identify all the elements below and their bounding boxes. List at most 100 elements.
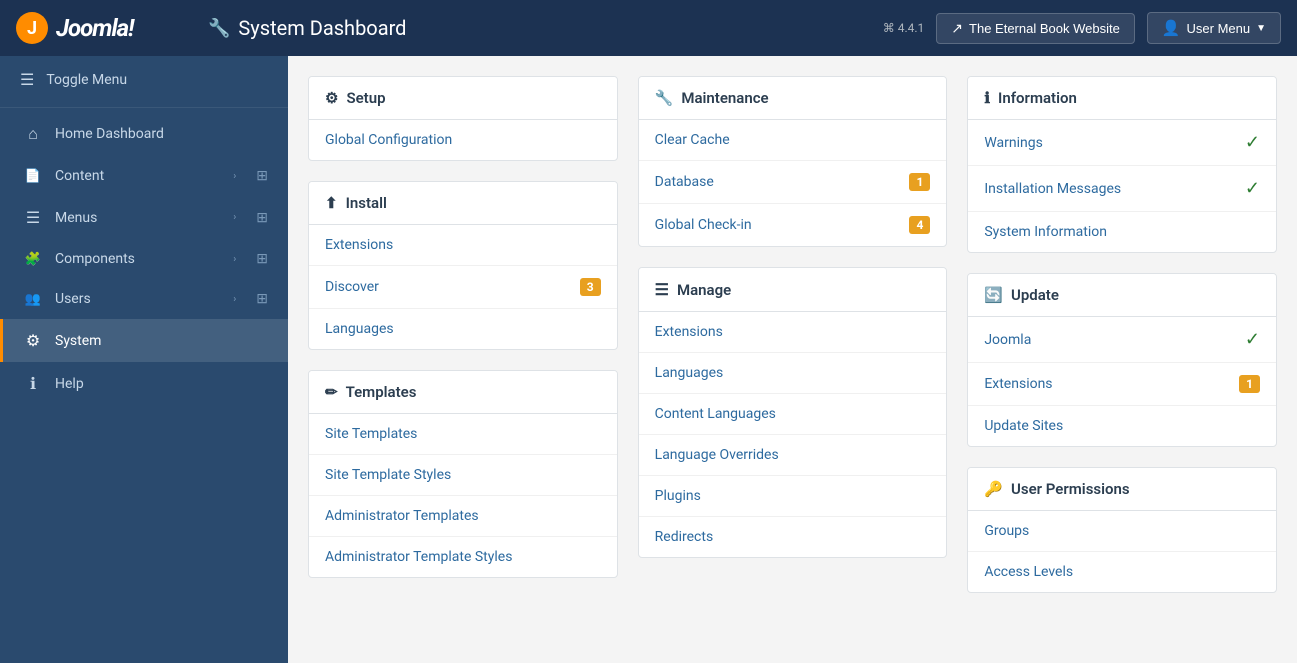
- user-icon: 👤: [1162, 19, 1181, 37]
- admin-template-styles-link[interactable]: Administrator Template Styles: [325, 549, 512, 565]
- install-icon: ⬆: [325, 194, 338, 212]
- global-checkin-item[interactable]: Global Check-in 4: [639, 204, 947, 246]
- chevron-right-icon: ›: [233, 294, 236, 305]
- components-icon: 🧩: [23, 252, 43, 267]
- install-header: ⬆ Install: [309, 182, 617, 225]
- sidebar-item-components[interactable]: 🧩 Components › ⊞: [0, 239, 288, 279]
- warnings-item[interactable]: Warnings ✓: [968, 120, 1276, 166]
- extensions-manage-link[interactable]: Extensions: [655, 324, 723, 340]
- grid-icon: ⊞: [256, 251, 268, 267]
- languages-manage-link[interactable]: Languages: [655, 365, 724, 381]
- maintenance-icon: 🔧: [655, 89, 674, 107]
- site-template-styles-link[interactable]: Site Template Styles: [325, 467, 451, 483]
- wrench-icon: 🔧: [208, 18, 230, 39]
- information-icon: ℹ: [984, 89, 990, 107]
- sidebar-item-label: Content: [55, 168, 221, 184]
- installation-messages-item[interactable]: Installation Messages ✓: [968, 166, 1276, 212]
- site-link-button[interactable]: ↗ The Eternal Book Website: [936, 13, 1135, 44]
- global-configuration-link[interactable]: Global Configuration: [325, 132, 452, 148]
- clear-cache-link[interactable]: Clear Cache: [655, 132, 730, 148]
- access-levels-link[interactable]: Access Levels: [984, 564, 1073, 580]
- site-templates-item[interactable]: Site Templates: [309, 414, 617, 455]
- system-information-link[interactable]: System Information: [984, 224, 1107, 240]
- system-information-item[interactable]: System Information: [968, 212, 1276, 252]
- sidebar-item-label: System: [55, 333, 268, 349]
- update-sites-item[interactable]: Update Sites: [968, 406, 1276, 446]
- external-link-icon: ↗: [951, 20, 963, 37]
- right-column: ℹ Information Warnings ✓ Installation Me…: [967, 76, 1277, 593]
- languages-install-link[interactable]: Languages: [325, 321, 394, 337]
- sidebar: ☰ Toggle Menu ⌂ Home Dashboard 📄 Content…: [0, 56, 288, 663]
- global-configuration-item[interactable]: Global Configuration: [309, 120, 617, 160]
- access-levels-item[interactable]: Access Levels: [968, 552, 1276, 592]
- redirects-item[interactable]: Redirects: [639, 517, 947, 557]
- setup-icon: ⚙: [325, 89, 338, 107]
- discover-badge: 3: [580, 278, 601, 296]
- admin-templates-link[interactable]: Administrator Templates: [325, 508, 479, 524]
- user-permissions-panel: 🔑 User Permissions Groups Access Levels: [967, 467, 1277, 593]
- information-header: ℹ Information: [968, 77, 1276, 120]
- main-layout: ☰ Toggle Menu ⌂ Home Dashboard 📄 Content…: [0, 56, 1297, 663]
- site-templates-link[interactable]: Site Templates: [325, 426, 417, 442]
- database-link[interactable]: Database: [655, 174, 714, 190]
- warnings-link[interactable]: Warnings: [984, 135, 1043, 151]
- languages-install-item[interactable]: Languages: [309, 309, 617, 349]
- content-languages-item[interactable]: Content Languages: [639, 394, 947, 435]
- extensions-install-item[interactable]: Extensions: [309, 225, 617, 266]
- admin-templates-item[interactable]: Administrator Templates: [309, 496, 617, 537]
- discover-item[interactable]: Discover 3: [309, 266, 617, 309]
- discover-link[interactable]: Discover: [325, 279, 379, 295]
- toggle-menu-label: Toggle Menu: [46, 72, 127, 88]
- main-content: ⚙ Setup Global Configuration ⬆ Install E…: [288, 56, 1297, 663]
- database-item[interactable]: Database 1: [639, 161, 947, 204]
- redirects-link[interactable]: Redirects: [655, 529, 714, 545]
- groups-link[interactable]: Groups: [984, 523, 1029, 539]
- installation-messages-link[interactable]: Installation Messages: [984, 181, 1121, 197]
- home-icon: ⌂: [23, 124, 43, 144]
- extensions-install-link[interactable]: Extensions: [325, 237, 393, 253]
- language-overrides-item[interactable]: Language Overrides: [639, 435, 947, 476]
- sidebar-item-toggle-menu[interactable]: ☰ Toggle Menu: [0, 56, 288, 103]
- sidebar-item-home-dashboard[interactable]: ⌂ Home Dashboard: [0, 112, 288, 156]
- installation-messages-check-icon: ✓: [1245, 178, 1260, 199]
- content-languages-link[interactable]: Content Languages: [655, 406, 776, 422]
- site-template-styles-item[interactable]: Site Template Styles: [309, 455, 617, 496]
- setup-panel: ⚙ Setup Global Configuration: [308, 76, 618, 161]
- sidebar-item-users[interactable]: 👥 Users › ⊞: [0, 279, 288, 319]
- plugins-link[interactable]: Plugins: [655, 488, 701, 504]
- extensions-update-link[interactable]: Extensions: [984, 376, 1052, 392]
- manage-header: ☰ Manage: [639, 268, 947, 312]
- sidebar-item-label: Users: [55, 291, 221, 307]
- joomla-update-link[interactable]: Joomla: [984, 332, 1031, 348]
- key-icon: 🔑: [984, 480, 1003, 498]
- users-icon: 👥: [23, 292, 43, 307]
- page-title: 🔧 System Dashboard: [208, 16, 871, 40]
- sidebar-item-menus[interactable]: ☰ Menus › ⊞: [0, 196, 288, 239]
- clear-cache-item[interactable]: Clear Cache: [639, 120, 947, 161]
- update-panel: 🔄 Update Joomla ✓ Extensions 1 Update Si…: [967, 273, 1277, 447]
- sidebar-item-label: Menus: [55, 210, 221, 226]
- joomla-logo[interactable]: J Joomla!: [16, 12, 196, 44]
- version-badge: ⌘ 4.4.1: [883, 21, 925, 35]
- extensions-manage-item[interactable]: Extensions: [639, 312, 947, 353]
- sidebar-item-content[interactable]: 📄 Content › ⊞: [0, 156, 288, 196]
- sidebar-item-label: Home Dashboard: [55, 126, 268, 142]
- sidebar-item-help[interactable]: ℹ Help: [0, 362, 288, 405]
- system-icon: ⚙: [23, 331, 43, 350]
- sidebar-item-label: Help: [55, 376, 268, 392]
- chevron-right-icon: ›: [233, 254, 236, 265]
- plugins-item[interactable]: Plugins: [639, 476, 947, 517]
- global-checkin-link[interactable]: Global Check-in: [655, 217, 752, 233]
- languages-manage-item[interactable]: Languages: [639, 353, 947, 394]
- admin-template-styles-item[interactable]: Administrator Template Styles: [309, 537, 617, 577]
- extensions-update-item[interactable]: Extensions 1: [968, 363, 1276, 406]
- user-menu-button[interactable]: 👤 User Menu ▼: [1147, 12, 1281, 44]
- warnings-check-icon: ✓: [1245, 132, 1260, 153]
- groups-item[interactable]: Groups: [968, 511, 1276, 552]
- sidebar-item-system[interactable]: ⚙ System: [0, 319, 288, 362]
- templates-panel: ✏ Templates Site Templates Site Template…: [308, 370, 618, 578]
- manage-panel: ☰ Manage Extensions Languages Content La…: [638, 267, 948, 558]
- language-overrides-link[interactable]: Language Overrides: [655, 447, 779, 463]
- joomla-update-item[interactable]: Joomla ✓: [968, 317, 1276, 363]
- update-sites-link[interactable]: Update Sites: [984, 418, 1063, 434]
